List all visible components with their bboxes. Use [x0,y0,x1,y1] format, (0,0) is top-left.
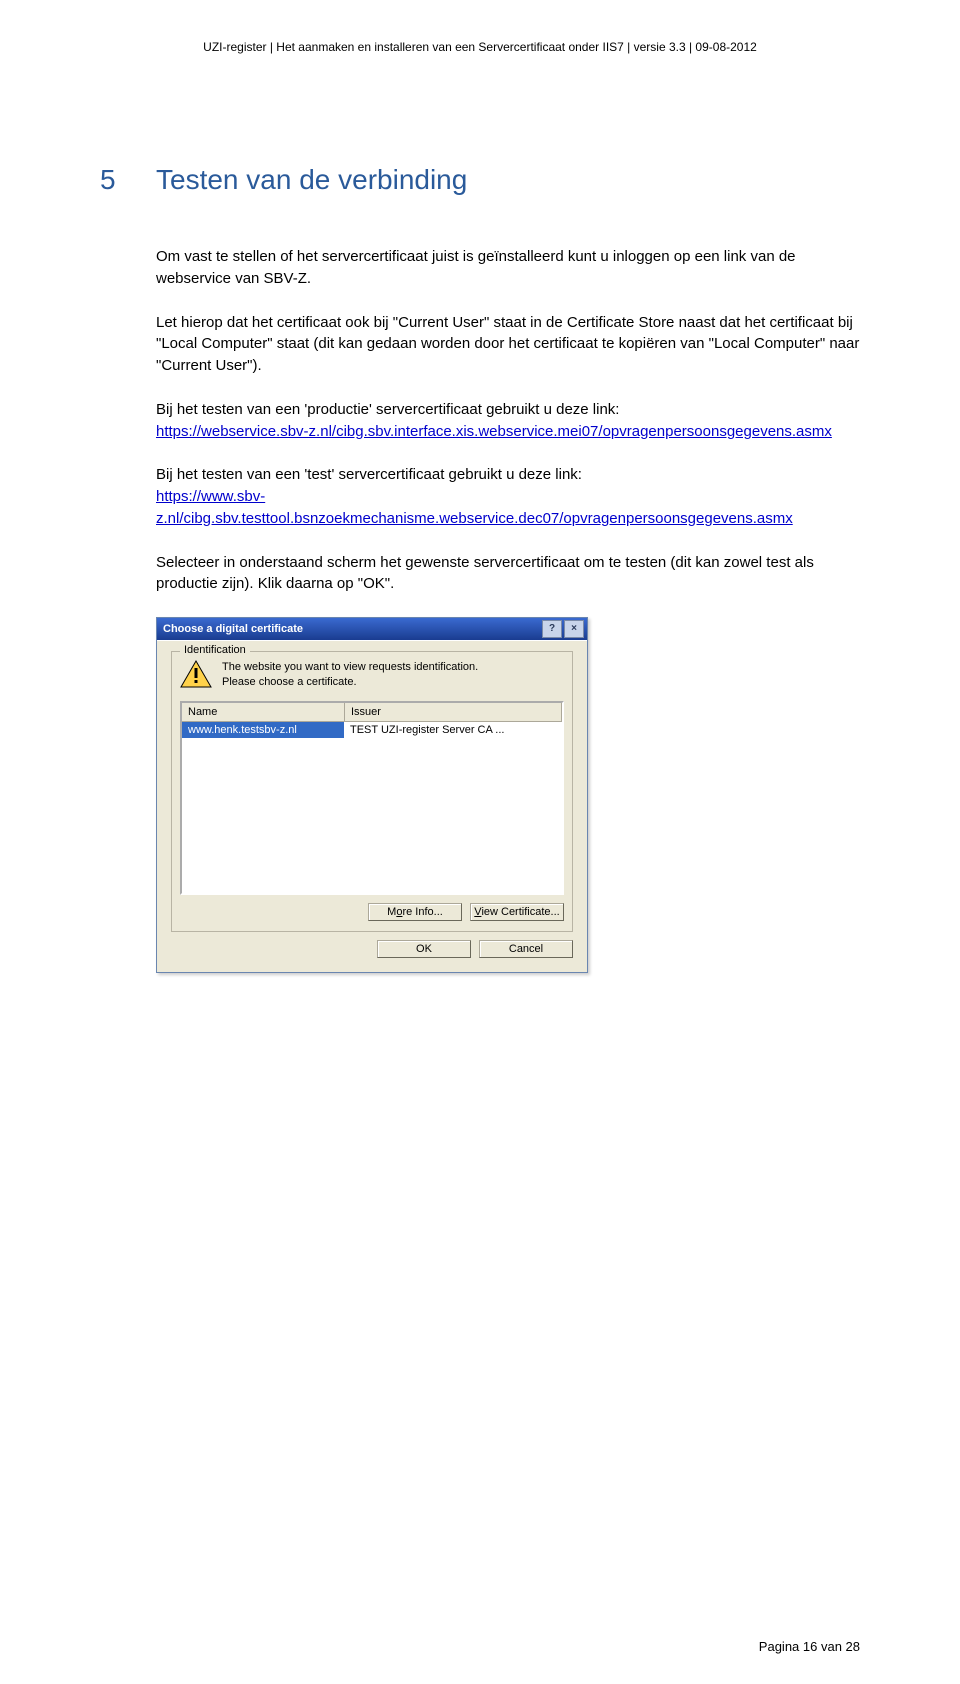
cert-issuer: TEST UZI-register Server CA ... [344,722,562,738]
text: Please choose a certificate. [222,675,478,690]
group-label: Identification [180,644,250,656]
text: Bij het testen van een 'productie' serve… [156,401,619,418]
paragraph: Bij het testen van een 'test' servercert… [156,464,860,529]
test-link[interactable]: https://www.sbv-z.nl/cibg.sbv.testtool.b… [156,488,793,527]
choose-certificate-dialog: Choose a digital certificate ? × Identif… [156,617,588,973]
dialog-title: Choose a digital certificate [163,623,303,635]
close-icon[interactable]: × [564,620,584,638]
certificate-list[interactable]: Name Issuer www.henk.testsbv-z.nl TEST U… [180,701,564,895]
identification-group: Identification The website you want to v… [171,651,573,932]
help-icon[interactable]: ? [542,620,562,638]
ok-button[interactable]: OK [377,940,471,958]
cancel-button[interactable]: Cancel [479,940,573,958]
view-certificate-button[interactable]: View Certificate... [470,903,564,921]
paragraph: Selecteer in onderstaand scherm het gewe… [156,552,860,596]
column-header-name[interactable]: Name [182,703,345,721]
page-header: UZI-register | Het aanmaken en installer… [100,40,860,54]
text: iew Certificate... [481,906,559,918]
productie-link[interactable]: https://webservice.sbv-z.nl/cibg.sbv.int… [156,423,832,440]
table-row[interactable]: www.henk.testsbv-z.nl TEST UZI-register … [182,722,562,738]
identification-text: The website you want to view requests id… [222,660,478,691]
page-footer: Pagina 16 van 28 [759,1639,860,1654]
text: re Info... [402,906,442,918]
paragraph: Bij het testen van een 'productie' serve… [156,399,860,443]
paragraph: Let hierop dat het certificaat ook bij "… [156,312,860,377]
text: M [387,906,396,918]
cert-name: www.henk.testsbv-z.nl [182,722,344,738]
more-info-button[interactable]: More Info... [368,903,462,921]
dialog-titlebar: Choose a digital certificate ? × [157,618,587,640]
section-title: Testen van de verbinding [156,164,467,196]
paragraph: Om vast te stellen of het servercertific… [156,246,860,290]
text: Bij het testen van een 'test' servercert… [156,466,582,483]
text: The website you want to view requests id… [222,660,478,675]
column-header-issuer[interactable]: Issuer [345,703,562,721]
warning-icon [180,660,212,688]
section-number: 5 [100,164,120,196]
